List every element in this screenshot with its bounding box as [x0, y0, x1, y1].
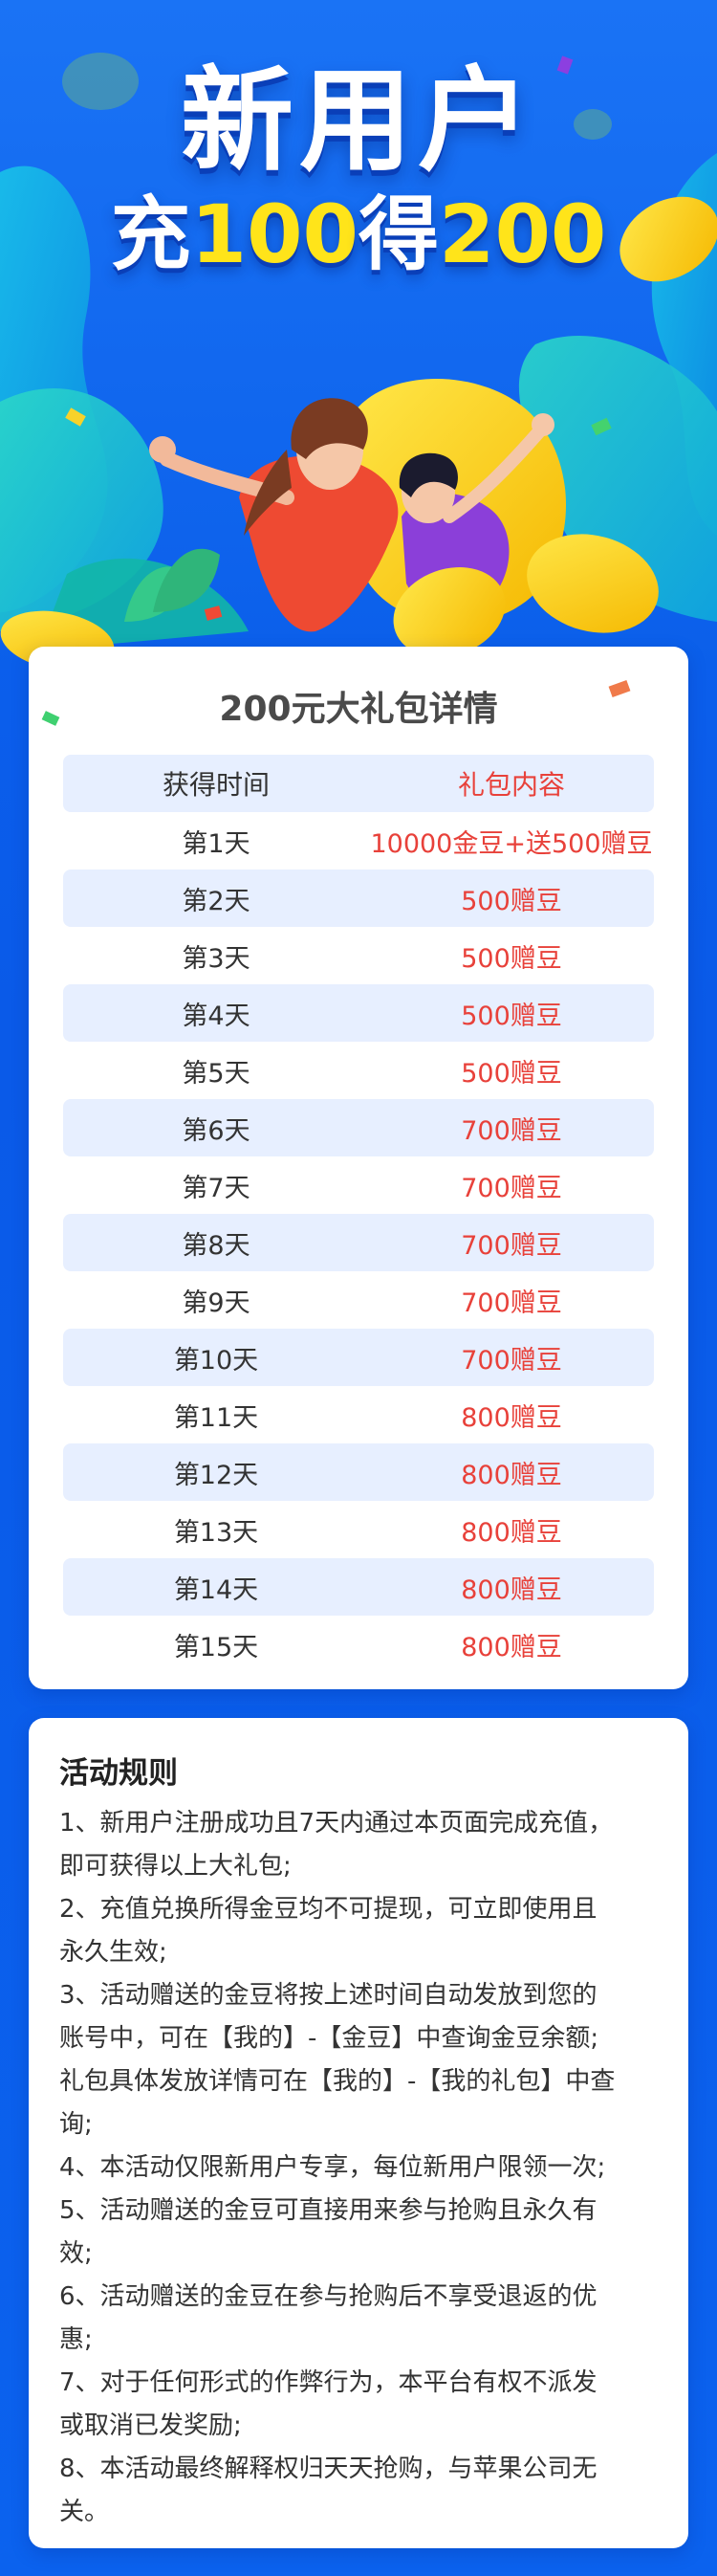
row-reward: 500赠豆: [461, 1001, 562, 1031]
rule-line: 关。: [59, 2498, 110, 2526]
table-row: 第1天 10000金豆+送500赠豆: [63, 812, 654, 870]
row-day: 第6天: [182, 1115, 250, 1146]
table-row: 第9天 700赠豆: [63, 1271, 654, 1329]
rule-line: 惠;: [59, 2325, 93, 2354]
table-row: 第14天 800赠豆: [63, 1558, 654, 1616]
table-row: 第2天 500赠豆: [63, 870, 654, 927]
row-day: 第8天: [182, 1230, 250, 1261]
rule-line: 询;: [59, 2110, 93, 2139]
table-row: 第15天 800赠豆: [63, 1616, 654, 1673]
row-reward: 700赠豆: [461, 1345, 562, 1376]
rule-line: 2、充值兑换所得金豆均不可提现，可立即使用且: [59, 1895, 598, 1924]
table-row: 第5天 500赠豆: [63, 1042, 654, 1099]
header-time: 获得时间: [162, 769, 270, 801]
rule-line: 效;: [59, 2239, 93, 2268]
gift-package-title: 200元大礼包详情: [219, 690, 498, 729]
rule-line: 即可获得以上大礼包;: [59, 1852, 292, 1881]
gift-schedule-table: 获得时间 礼包内容 第1天 10000金豆+送500赠豆 第2天 500赠豆 第3天 50…: [63, 755, 654, 1673]
rule-line: 4、本活动仅限新用户专享，每位新用户限领一次;: [59, 2153, 606, 2182]
row-reward: 10000金豆+送500赠豆: [370, 828, 653, 859]
row-day: 第2天: [182, 886, 250, 916]
table-row: 第11天 800赠豆: [63, 1386, 654, 1443]
row-day: 第11天: [173, 1402, 259, 1433]
hero-subtitle: 充100得200: [0, 170, 717, 286]
rules-list: 1、新用户注册成功且7天内通过本页面完成充值， 即可获得以上大礼包; 2、充值兑换所…: [59, 1802, 658, 2534]
rule-line: 永久生效;: [59, 1938, 167, 1967]
row-day: 第1天: [182, 828, 250, 859]
rule-line: 礼包具体发放详情可在【我的】-【我的礼包】中查: [59, 2067, 616, 2096]
rules-title: 活动规则: [59, 1756, 178, 1791]
rule-line: 7、对于任何形式的作弊行为，本平台有权不派发: [59, 2368, 598, 2397]
rule-line: 6、活动赠送的金豆在参与抢购后不享受退返的优: [59, 2282, 598, 2311]
table-row: 第8天 700赠豆: [63, 1214, 654, 1271]
row-day: 第12天: [173, 1460, 259, 1490]
table-row: 第12天 800赠豆: [63, 1443, 654, 1501]
row-day: 第5天: [182, 1058, 250, 1089]
hero-sub-mid: 得: [358, 187, 440, 281]
row-reward: 500赠豆: [461, 886, 562, 916]
rule-line: 账号中，可在【我的】-【金豆】中查询金豆余额;: [59, 2024, 599, 2053]
row-day: 第15天: [173, 1632, 259, 1662]
table-row: 第4天 500赠豆: [63, 984, 654, 1042]
rules-card: 活动规则 1、新用户注册成功且7天内通过本页面完成充值， 即可获得以上大礼包; 2、…: [29, 1718, 688, 2548]
table-row: 第10天 700赠豆: [63, 1329, 654, 1386]
table-row: 第3天 500赠豆: [63, 927, 654, 984]
rule-line: 1、新用户注册成功且7天内通过本页面完成充值，: [59, 1809, 614, 1838]
row-reward: 800赠豆: [461, 1517, 562, 1548]
row-reward: 500赠豆: [461, 943, 562, 974]
row-reward: 800赠豆: [461, 1632, 562, 1662]
row-reward: 800赠豆: [461, 1574, 562, 1605]
row-day: 第3天: [182, 943, 250, 974]
promo-page: 新用户 充100得200 200元大礼包详情 获得时间 礼包内容 第1天 1000…: [0, 0, 717, 2576]
rule-line: 8、本活动最终解释权归天天抢购，与苹果公司无: [59, 2455, 598, 2483]
hero-title: 新用户: [180, 55, 536, 187]
header-content: 礼包内容: [457, 769, 565, 801]
hero-sub-amount-pay: 100: [190, 187, 358, 281]
row-day: 第13天: [173, 1517, 259, 1548]
rule-line: 5、活动赠送的金豆可直接用来参与抢购且永久有: [59, 2196, 598, 2225]
table-header-row: 获得时间 礼包内容: [63, 755, 654, 812]
row-reward: 500赠豆: [461, 1058, 562, 1089]
row-day: 第4天: [182, 1001, 250, 1031]
table-row: 第6天 700赠豆: [63, 1099, 654, 1156]
row-reward: 700赠豆: [461, 1115, 562, 1146]
rule-line: 3、活动赠送的金豆将按上述时间自动发放到您的: [59, 1981, 598, 2010]
row-day: 第10天: [173, 1345, 259, 1376]
row-day: 第14天: [173, 1574, 259, 1605]
row-reward: 700赠豆: [461, 1230, 562, 1261]
rule-line: 或取消已发奖励;: [59, 2411, 242, 2440]
gift-package-card: 200元大礼包详情 获得时间 礼包内容 第1天 10000金豆+送500赠豆第2天…: [29, 647, 688, 1689]
hero-sub-amount-get: 200: [439, 187, 607, 281]
row-reward: 700赠豆: [461, 1173, 562, 1203]
row-reward: 800赠豆: [461, 1402, 562, 1433]
table-row: 第13天 800赠豆: [63, 1501, 654, 1558]
confetti-decoration: [41, 711, 60, 726]
row-day: 第7天: [182, 1173, 250, 1203]
row-reward: 800赠豆: [461, 1460, 562, 1490]
hero-sub-prefix: 充: [110, 187, 191, 281]
hero-banner: 新用户 充100得200: [0, 0, 717, 670]
row-day: 第9天: [182, 1288, 250, 1318]
table-row: 第7天 700赠豆: [63, 1156, 654, 1214]
confetti-decoration: [608, 679, 631, 698]
row-reward: 700赠豆: [461, 1288, 562, 1318]
